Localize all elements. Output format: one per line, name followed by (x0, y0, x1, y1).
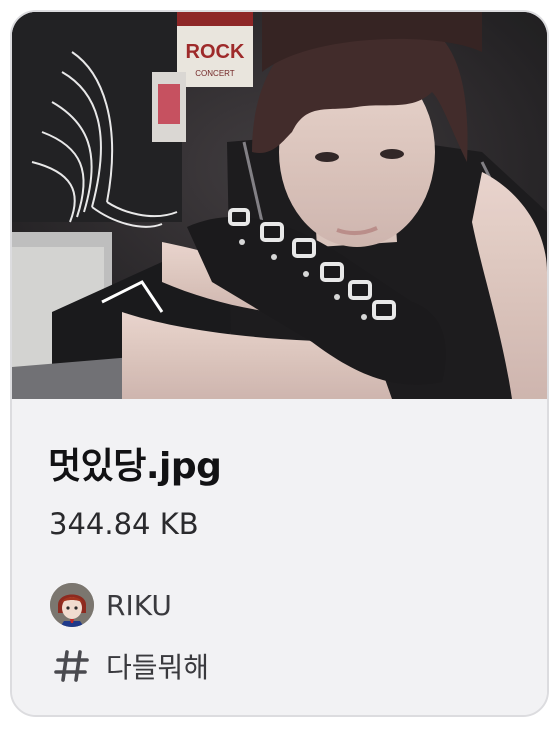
file-size: 344.84 KB (49, 507, 199, 541)
attachment-card[interactable]: ROCK CONCERT 멋있당.jpg 344.84 KB RIKU 다들뭐해 (10, 10, 549, 717)
attachment-meta: 멋있당.jpg 344.84 KB RIKU 다들뭐해 (12, 399, 547, 715)
image-thumbnail[interactable]: ROCK CONCERT (12, 12, 547, 399)
author-row[interactable]: RIKU (50, 583, 172, 627)
avatar[interactable] (50, 583, 94, 627)
channel-name[interactable]: 다들뭐해 (106, 646, 209, 686)
file-name[interactable]: 멋있당.jpg (48, 437, 222, 489)
author-name[interactable]: RIKU (106, 589, 172, 622)
channel-row[interactable]: 다들뭐해 (50, 644, 209, 688)
hash-icon (50, 644, 94, 688)
